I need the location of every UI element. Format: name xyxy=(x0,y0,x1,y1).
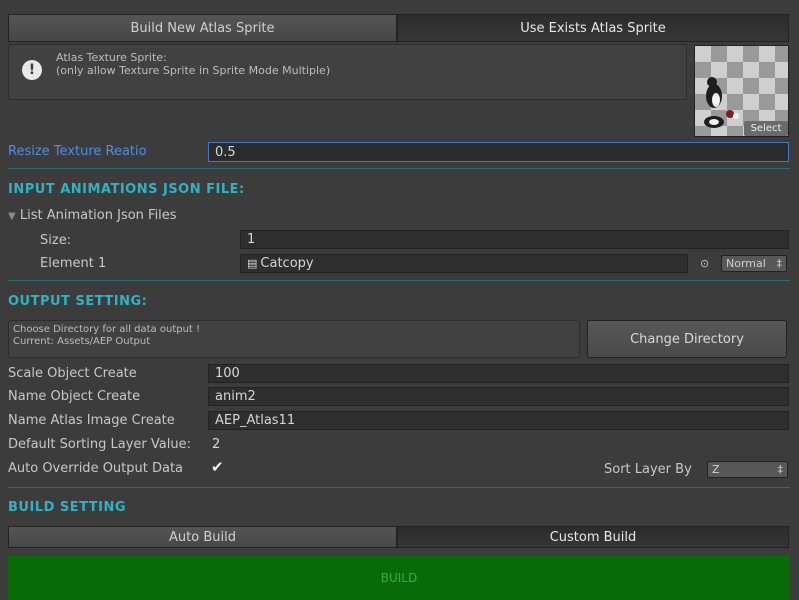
select-button[interactable]: Select xyxy=(744,121,788,136)
resize-ratio-input[interactable]: 0.5 xyxy=(208,142,789,162)
mode-value: Normal xyxy=(726,257,766,270)
exclamation-icon: ! xyxy=(22,60,42,80)
resize-ratio-label: Resize Texture Reatio xyxy=(8,144,147,159)
element-1-value: Catcopy xyxy=(260,256,314,271)
output-section-title: OUTPUT SETTING: xyxy=(8,294,148,309)
tab-custom-build[interactable]: Custom Build xyxy=(397,526,789,548)
sort-layer-by-value: Z xyxy=(712,463,720,476)
name-object-label: Name Object Create xyxy=(8,389,141,404)
divider xyxy=(8,487,790,488)
help-line-2: (only allow Texture Sprite in Sprite Mod… xyxy=(56,64,331,77)
checkmark-icon[interactable]: ✔ xyxy=(211,460,226,475)
name-atlas-input[interactable]: AEP_Atlas11 xyxy=(208,411,789,430)
foldout-label: List Animation Json Files xyxy=(19,208,177,223)
current-directory-text: Current: Assets/AEP Output xyxy=(13,336,151,347)
file-icon: ▤ xyxy=(247,257,258,270)
mode-dropdown[interactable]: Normal ‡ xyxy=(721,255,787,272)
element-1-label: Element 1 xyxy=(40,256,107,271)
tab-auto-build[interactable]: Auto Build xyxy=(8,526,397,548)
default-sorting-layer-value[interactable]: 2 xyxy=(208,435,789,454)
scale-object-label: Scale Object Create xyxy=(8,366,137,381)
size-input[interactable]: 1 xyxy=(240,230,789,249)
auto-override-label: Auto Override Output Data xyxy=(8,461,184,476)
name-atlas-label: Name Atlas Image Create xyxy=(8,413,175,428)
list-animation-foldout[interactable]: ▼ List Animation Json Files xyxy=(8,208,177,223)
divider xyxy=(8,168,790,169)
change-directory-button[interactable]: Change Directory xyxy=(587,320,787,358)
help-line-1: Atlas Texture Sprite: xyxy=(56,51,167,64)
scale-object-input[interactable]: 100 xyxy=(208,364,789,383)
dropdown-arrow-icon: ‡ xyxy=(776,257,783,270)
name-object-input[interactable]: anim2 xyxy=(208,387,789,406)
element-1-object-field[interactable]: ▤ Catcopy xyxy=(240,254,688,273)
default-sorting-layer-label: Default Sorting Layer Value: xyxy=(8,437,191,452)
sort-layer-by-dropdown[interactable]: Z ‡ xyxy=(707,461,788,478)
build-button[interactable]: BUILD xyxy=(8,556,790,600)
help-text: Atlas Texture Sprite: (only allow Texture… xyxy=(56,51,330,77)
divider xyxy=(8,280,790,281)
top-strip xyxy=(0,0,799,8)
tab-build-new-atlas[interactable]: Build New Atlas Sprite xyxy=(8,14,397,42)
size-label: Size: xyxy=(40,233,72,248)
directory-info-line-1: Choose Directory for all data output ! xyxy=(13,324,201,335)
input-section-title: INPUT ANIMATIONS JSON FILE: xyxy=(8,182,245,197)
dropdown-arrow-icon: ‡ xyxy=(777,463,784,476)
directory-info-box: Choose Directory for all data output ! Cu… xyxy=(8,320,580,358)
foldout-arrow-icon: ▼ xyxy=(8,211,16,222)
build-section-title: BUILD SETTING xyxy=(8,500,127,515)
object-picker-icon[interactable]: ⊙ xyxy=(700,257,709,270)
tab-use-exists-atlas[interactable]: Use Exists Atlas Sprite xyxy=(397,14,789,42)
cat-sprite-image xyxy=(704,77,739,128)
sort-layer-by-label: Sort Layer By xyxy=(604,462,692,477)
